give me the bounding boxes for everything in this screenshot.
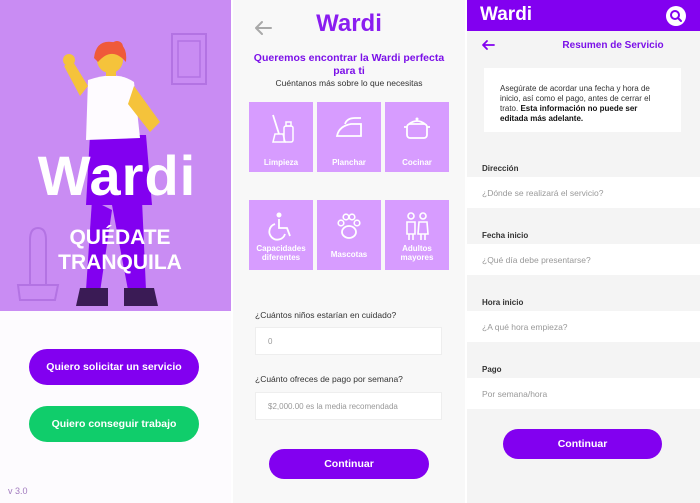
address-input[interactable]: ¿Dónde se realizará el servicio? [467,177,700,208]
preferences-screen: Wardi Queremos encontrar la Wardi perfec… [233,0,465,503]
wardi-logo: Wardi [316,10,382,37]
info-note: Asegúrate de acordar una fecha y hora de… [484,68,681,132]
tile-cleaning[interactable]: Limpieza [249,102,313,172]
search-button[interactable] [666,6,686,26]
top-bar: Wardi [467,0,700,31]
tile-label: Limpieza [263,158,299,167]
start-date-input[interactable]: ¿Qué día debe presentarse? [467,244,700,275]
tile-label: Cocinar [402,158,432,167]
tile-label: Planchar [332,158,366,167]
summary-screen: Wardi Resumen de Servicio Asegúrate de a… [467,0,700,503]
payment-label: Pago [482,365,502,374]
tile-elderly[interactable]: Adultos mayores [385,200,449,270]
tile-label: Adultos mayores [400,244,434,262]
tagline-line2: TRANQUILA [58,251,182,274]
tile-ironing[interactable]: Planchar [317,102,381,172]
continue-button[interactable]: Continuar [269,449,429,479]
version-label: v 3.0 [8,486,28,496]
wardi-logo: Wardi [480,4,533,25]
back-arrow-icon[interactable] [481,38,495,52]
app-showcase: Wardi QUÉDATE TRANQUILA Quiero solicitar… [0,0,700,503]
page-subtitle: Cuéntanos más sobre lo que necesitas [275,78,423,88]
get-job-button[interactable]: Quiero conseguir trabajo [29,406,199,442]
cooking-pot-icon [404,117,430,139]
start-date-label: Fecha inicio [482,231,529,240]
tile-label: Mascotas [330,250,368,259]
payment-input[interactable]: $2,000.00 es la media recomendada [255,392,442,420]
cleaning-icon [272,114,294,143]
page-title: Resumen de Servicio [562,40,664,51]
children-question: ¿Cuántos niños estarían en cuidado? [255,310,397,320]
note-bold: Esta información no puede ser editada má… [500,104,638,123]
start-time-input[interactable]: ¿A qué hora empieza? [467,311,700,342]
request-service-button[interactable]: Quiero solicitar un servicio [29,349,199,385]
iron-icon [335,117,362,137]
tile-label: Capacidades diferentes [256,244,306,262]
back-arrow-icon[interactable] [253,18,273,38]
paw-icon [337,213,361,239]
tile-cooking[interactable]: Cocinar [385,102,449,172]
wheelchair-icon [268,212,291,241]
payment-question: ¿Cuánto ofreces de pago por semana? [255,374,403,384]
continue-button[interactable]: Continuar [503,429,662,459]
tile-disabilities[interactable]: Capacidades diferentes [249,200,313,270]
tagline: QUÉDATE TRANQUILA [50,225,190,275]
elderly-icon [406,212,429,240]
hero-illustration: Wardi QUÉDATE TRANQUILA [0,0,231,311]
payment-input[interactable]: Por semana/hora [467,378,700,409]
search-icon [670,10,682,22]
tile-pets[interactable]: Mascotas [317,200,381,270]
tagline-line1: QUÉDATE [69,226,171,249]
address-label: Dirección [482,164,519,173]
start-time-label: Hora inicio [482,298,524,307]
page-title: Queremos encontrar la Wardi perfecta par… [253,52,445,77]
welcome-screen: Wardi QUÉDATE TRANQUILA Quiero solicitar… [0,0,231,503]
children-count-input[interactable]: 0 [255,327,442,355]
wardi-logo: Wardi [37,144,197,207]
